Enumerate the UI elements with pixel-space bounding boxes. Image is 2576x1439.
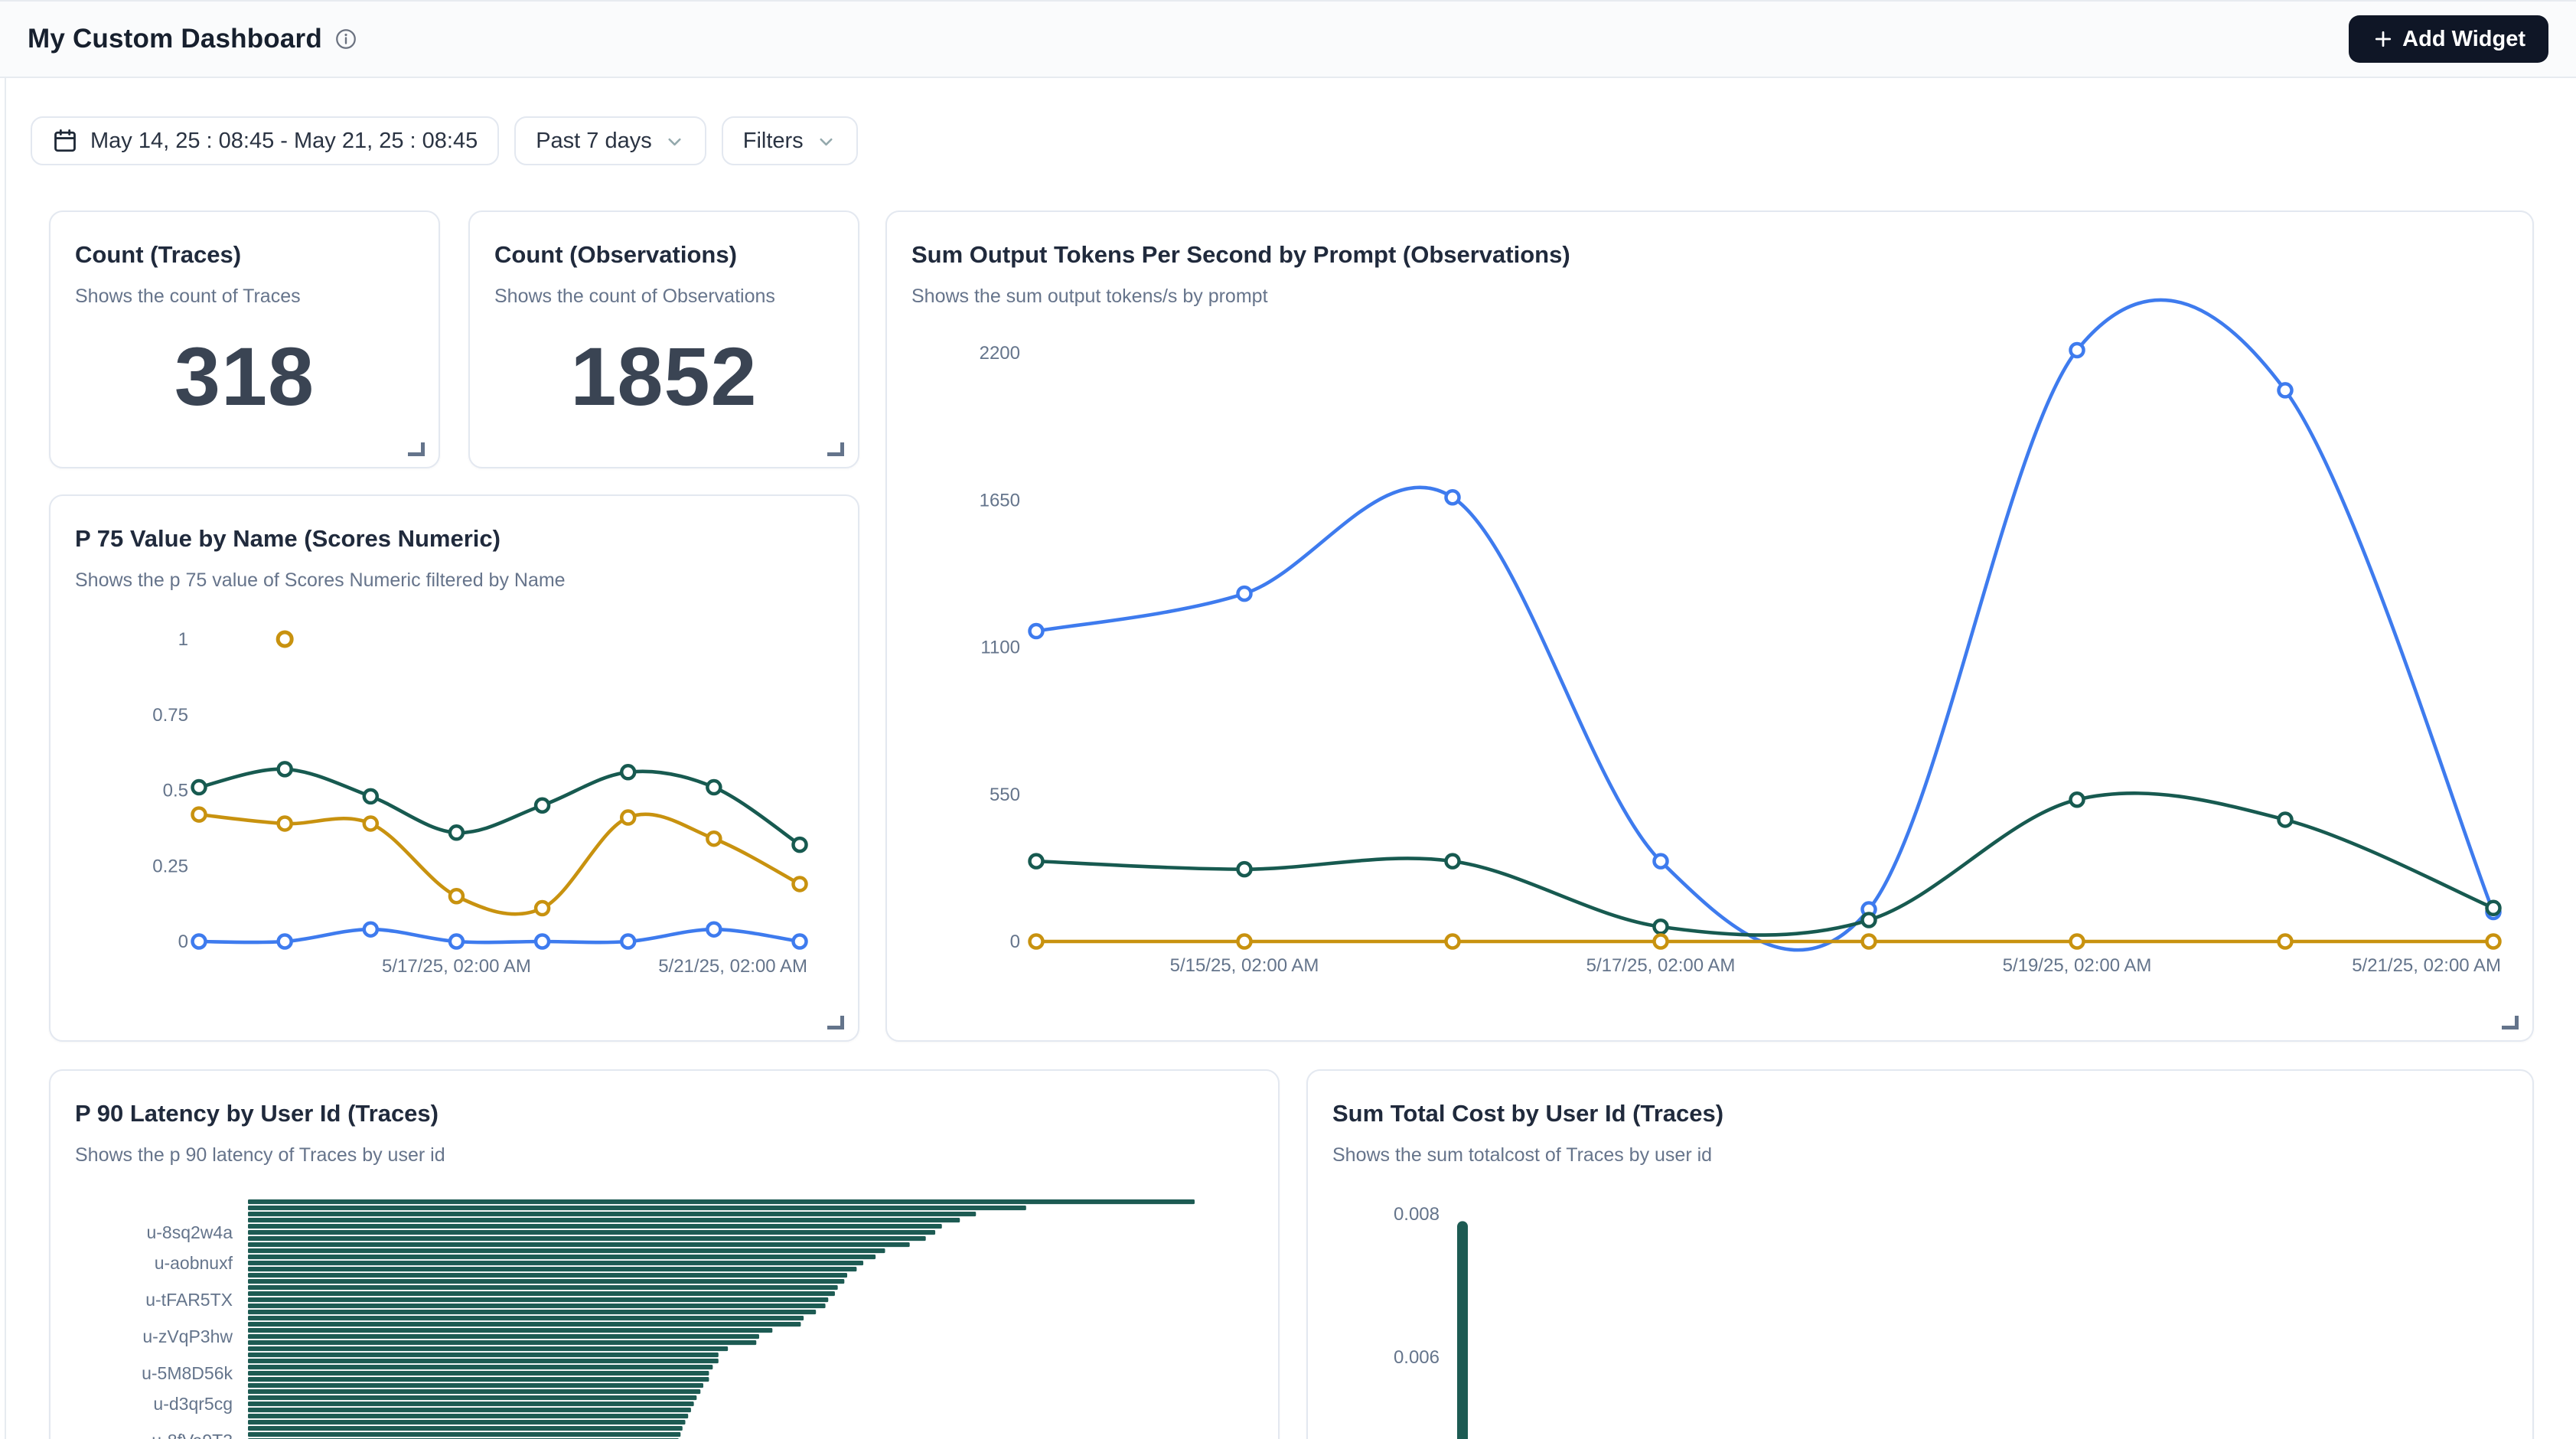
svg-text:1100: 1100 — [980, 638, 1020, 658]
date-range-value: May 14, 25 : 08:45 - May 21, 25 : 08:45 — [90, 129, 478, 154]
date-preset-dropdown[interactable]: Past 7 days — [514, 116, 706, 165]
filters-dropdown[interactable]: Filters — [722, 116, 858, 165]
calendar-icon — [52, 128, 78, 154]
svg-text:1: 1 — [178, 629, 188, 650]
svg-text:5/21/25, 02:00 AM: 5/21/25, 02:00 AM — [2352, 955, 2501, 976]
svg-text:0: 0 — [1010, 932, 1020, 952]
p75-line-chart: 0 0.25 0.5 0.75 1 5/17/25, 02:00 AM 5/21/25, 0… — [51, 496, 859, 1042]
svg-text:0.008: 0.008 — [1394, 1204, 1440, 1225]
widget-count-traces[interactable]: Count (Traces) Shows the count of Traces… — [49, 210, 440, 468]
svg-text:5/17/25, 02:00 AM: 5/17/25, 02:00 AM — [1586, 955, 1736, 976]
svg-text:5/17/25, 02:00 AM: 5/17/25, 02:00 AM — [382, 956, 531, 977]
date-preset-value: Past 7 days — [536, 129, 652, 154]
resize-handle[interactable] — [2502, 1016, 2519, 1029]
svg-text:0.006: 0.006 — [1394, 1347, 1440, 1368]
svg-text:550: 550 — [990, 785, 1020, 805]
svg-text:5/15/25, 02:00 AM: 5/15/25, 02:00 AM — [1170, 955, 1319, 976]
svg-text:0.75: 0.75 — [152, 705, 188, 726]
resize-handle[interactable] — [827, 442, 844, 456]
svg-text:u-tFAR5TX: u-tFAR5TX — [145, 1290, 233, 1310]
resize-handle[interactable] — [408, 442, 425, 456]
svg-text:u-8sq2w4a: u-8sq2w4a — [146, 1222, 233, 1242]
count-traces-value: 318 — [51, 328, 439, 424]
dashboard-page: My Custom Dashboard Add Widget — [0, 0, 2576, 1439]
svg-text:5/21/25, 02:00 AM: 5/21/25, 02:00 AM — [658, 956, 807, 977]
tokens-line-chart: 0 550 1100 1650 2200 5/15/25, 02:00 AM 5/17/25… — [887, 212, 2534, 1042]
info-icon[interactable] — [334, 28, 357, 51]
chevron-down-icon — [664, 132, 685, 152]
filters-label: Filters — [743, 129, 804, 154]
svg-text:0.25: 0.25 — [152, 856, 188, 876]
svg-text:u-d3qr5cg: u-d3qr5cg — [153, 1394, 233, 1414]
widget-count-observations[interactable]: Count (Observations) Shows the count of … — [468, 210, 859, 468]
svg-text:5/19/25, 02:00 AM: 5/19/25, 02:00 AM — [2003, 955, 2152, 976]
page-title: My Custom Dashboard — [28, 24, 322, 54]
content-left-border — [5, 78, 6, 1439]
chevron-down-icon — [816, 132, 836, 152]
plus-icon — [2372, 28, 2395, 51]
count-observations-value: 1852 — [470, 328, 858, 424]
svg-text:u-zVqP3hw: u-zVqP3hw — [142, 1326, 233, 1346]
date-range-picker[interactable]: May 14, 25 : 08:45 - May 21, 25 : 08:45 — [31, 116, 499, 165]
widget-p75-scores[interactable]: P 75 Value by Name (Scores Numeric) Show… — [49, 494, 859, 1042]
widget-p90-latency[interactable]: P 90 Latency by User Id (Traces) Shows t… — [49, 1069, 1280, 1439]
svg-text:0: 0 — [178, 932, 188, 952]
widget-subtitle: Shows the count of Traces — [75, 286, 414, 308]
page-header: My Custom Dashboard Add Widget — [0, 2, 2576, 78]
svg-text:u-aobnuxf: u-aobnuxf — [155, 1253, 233, 1273]
svg-text:1650: 1650 — [980, 490, 1020, 511]
svg-text:0.5: 0.5 — [163, 781, 188, 801]
widget-title: Count (Traces) — [75, 241, 414, 269]
widget-sum-total-cost[interactable]: Sum Total Cost by User Id (Traces) Shows… — [1306, 1069, 2534, 1439]
filter-bar: May 14, 25 : 08:45 - May 21, 25 : 08:45 … — [31, 116, 858, 165]
svg-text:u-5M8D56k: u-5M8D56k — [142, 1363, 233, 1383]
svg-text:u-8fVa9T3: u-8fVa9T3 — [152, 1431, 233, 1439]
add-widget-button[interactable]: Add Widget — [2349, 15, 2548, 63]
p90-bar-chart: u-8sq2w4a u-aobnuxf u-tFAR5TX u-zVqP3hw u-5M… — [51, 1071, 1280, 1439]
resize-handle[interactable] — [827, 1016, 844, 1029]
svg-text:2200: 2200 — [980, 343, 1020, 364]
widget-title: Count (Observations) — [494, 241, 833, 269]
widget-subtitle: Shows the count of Observations — [494, 286, 833, 308]
widget-tokens-by-prompt[interactable]: Sum Output Tokens Per Second by Prompt (… — [885, 210, 2534, 1042]
cost-bar-chart: 0.008 0.006 — [1308, 1071, 2534, 1439]
add-widget-label: Add Widget — [2402, 27, 2525, 52]
